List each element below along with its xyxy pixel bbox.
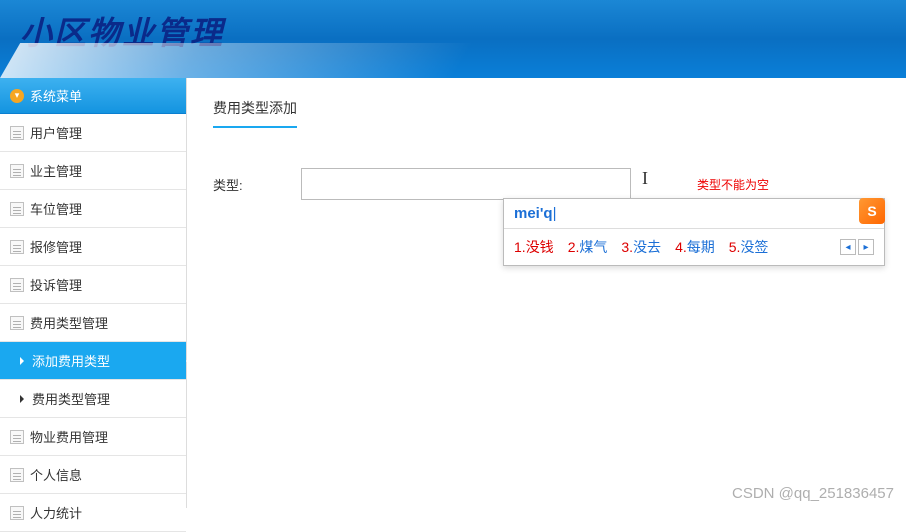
page-title: 费用类型添加 bbox=[213, 98, 297, 128]
sidebar-item-repair-mgmt[interactable]: 报修管理 bbox=[0, 228, 186, 266]
list-icon bbox=[10, 164, 24, 178]
sidebar-item-complaint-mgmt[interactable]: 投诉管理 bbox=[0, 266, 186, 304]
ime-pager: ◂ ▸ bbox=[840, 239, 874, 255]
sidebar-subitem-label: 添加费用类型 bbox=[32, 351, 110, 370]
ime-candidate[interactable]: 4.每期 bbox=[675, 237, 715, 257]
ime-composition: mei'q S bbox=[504, 199, 884, 229]
ime-input-text: mei'q bbox=[514, 205, 553, 222]
ime-candidate[interactable]: 5.没签 bbox=[729, 237, 769, 257]
list-icon bbox=[10, 240, 24, 254]
ime-candidate[interactable]: 2.煤气 bbox=[568, 237, 608, 257]
type-label: 类型: bbox=[213, 175, 253, 194]
text-cursor-icon: I bbox=[642, 168, 648, 189]
collapse-icon: ▾ bbox=[10, 89, 24, 103]
arrow-right-icon bbox=[20, 357, 28, 365]
list-icon bbox=[10, 316, 24, 330]
type-input[interactable] bbox=[301, 168, 631, 200]
ime-prev-page-icon[interactable]: ◂ bbox=[840, 239, 856, 255]
main-content: 费用类型添加 类型: 类型不能为空 I mei'q S 1.没钱 2.煤气 3.… bbox=[187, 78, 906, 508]
sidebar-item-profile[interactable]: 个人信息 bbox=[0, 456, 186, 494]
sidebar-item-label: 报修管理 bbox=[30, 237, 82, 256]
watermark: CSDN @qq_251836457 bbox=[732, 485, 894, 502]
sidebar-item-parking-mgmt[interactable]: 车位管理 bbox=[0, 190, 186, 228]
form-row-type: 类型: 类型不能为空 bbox=[213, 168, 880, 200]
sogou-logo-icon: S bbox=[859, 198, 885, 224]
sidebar-item-label: 业主管理 bbox=[30, 161, 82, 180]
list-icon bbox=[10, 126, 24, 140]
sidebar-item-label: 物业费用管理 bbox=[30, 427, 108, 446]
app-title: 小区物业管理 bbox=[20, 8, 906, 54]
sidebar-item-owner-mgmt[interactable]: 业主管理 bbox=[0, 152, 186, 190]
ime-next-page-icon[interactable]: ▸ bbox=[858, 239, 874, 255]
ime-candidate[interactable]: 1.没钱 bbox=[514, 237, 554, 257]
sidebar-item-fee-type-mgmt[interactable]: 费用类型管理 bbox=[0, 304, 186, 342]
sidebar-item-property-fee-mgmt[interactable]: 物业费用管理 bbox=[0, 418, 186, 456]
sidebar-item-user-mgmt[interactable]: 用户管理 bbox=[0, 114, 186, 152]
sidebar-item-label: 投诉管理 bbox=[30, 275, 82, 294]
list-icon bbox=[10, 278, 24, 292]
ime-candidate[interactable]: 3.没去 bbox=[621, 237, 661, 257]
sidebar-item-label: 费用类型管理 bbox=[30, 313, 108, 332]
type-error: 类型不能为空 bbox=[697, 176, 769, 193]
sidebar-item-hr-stats[interactable]: 人力统计 bbox=[0, 494, 186, 532]
arrow-right-icon bbox=[20, 395, 28, 403]
sidebar-item-label: 用户管理 bbox=[30, 123, 82, 142]
ime-panel: mei'q S 1.没钱 2.煤气 3.没去 4.每期 5.没签 bbox=[503, 198, 885, 266]
sidebar-menu-header[interactable]: ▾ 系统菜单 bbox=[0, 78, 186, 114]
list-icon bbox=[10, 430, 24, 444]
list-icon bbox=[10, 202, 24, 216]
sidebar-menu-label: 系统菜单 bbox=[30, 86, 82, 105]
app-header: 小区物业管理 bbox=[0, 0, 906, 78]
sidebar-item-label: 个人信息 bbox=[30, 465, 82, 484]
sidebar-item-label: 车位管理 bbox=[30, 199, 82, 218]
sidebar-subitem-add-fee-type[interactable]: 添加费用类型 bbox=[0, 342, 186, 380]
ime-candidate-list: 1.没钱 2.煤气 3.没去 4.每期 5.没签 ◂ ▸ bbox=[504, 229, 884, 265]
sidebar-subitem-fee-type-mgmt[interactable]: 费用类型管理 bbox=[0, 380, 186, 418]
sidebar-item-label: 人力统计 bbox=[30, 503, 82, 522]
sidebar: ▾ 系统菜单 用户管理 业主管理 车位管理 报修管理 投诉管理 费用类型管理 bbox=[0, 78, 187, 508]
sidebar-subitem-label: 费用类型管理 bbox=[32, 389, 110, 408]
list-icon bbox=[10, 468, 24, 482]
